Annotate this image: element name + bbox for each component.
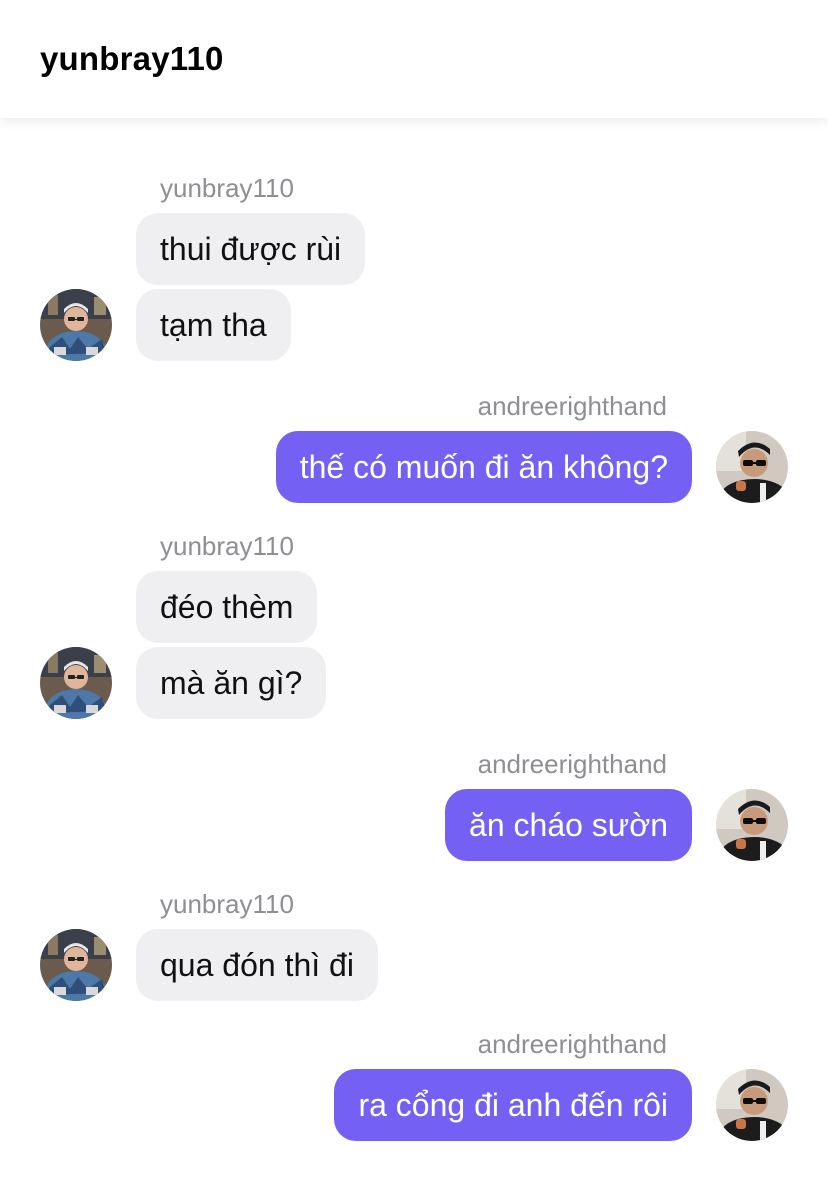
message-bubble-outgoing[interactable]: ăn cháo sườn bbox=[445, 789, 692, 861]
chat-header: yunbray110 bbox=[0, 0, 828, 118]
sender-name: andreerighthand bbox=[477, 749, 667, 779]
message-bubble-incoming[interactable]: đéo thèm bbox=[136, 571, 318, 643]
yunbray110-avatar-icon[interactable] bbox=[40, 647, 112, 719]
yunbray110-avatar-icon[interactable] bbox=[40, 289, 112, 361]
andreerighthand-avatar-icon[interactable] bbox=[716, 789, 788, 861]
sender-name: andreerighthand bbox=[477, 391, 667, 421]
sender-name: andreerighthand bbox=[477, 1029, 667, 1059]
sender-name: yunbray110 bbox=[160, 889, 294, 919]
message-bubble-incoming[interactable]: qua đón thì đi bbox=[136, 929, 378, 1001]
message-bubble-outgoing[interactable]: thế có muốn đi ăn không? bbox=[275, 431, 692, 503]
message-bubble-incoming[interactable]: mà ăn gì? bbox=[136, 647, 327, 719]
sender-name: yunbray110 bbox=[160, 173, 294, 203]
message-bubble-incoming[interactable]: thui được rùi bbox=[136, 213, 366, 285]
chat-title: yunbray110 bbox=[40, 40, 224, 77]
message-bubble-outgoing[interactable]: ra cổng đi anh đến rôi bbox=[334, 1069, 692, 1141]
message-bubble-incoming[interactable]: tạm tha bbox=[136, 289, 291, 361]
message-thread[interactable]: yunbray110 thui được rùi tạm tha andreer… bbox=[0, 118, 828, 1186]
sender-name: yunbray110 bbox=[160, 531, 294, 561]
yunbray110-avatar-icon[interactable] bbox=[40, 929, 112, 1001]
andreerighthand-avatar-icon[interactable] bbox=[716, 1069, 788, 1141]
andreerighthand-avatar-icon[interactable] bbox=[716, 431, 788, 503]
